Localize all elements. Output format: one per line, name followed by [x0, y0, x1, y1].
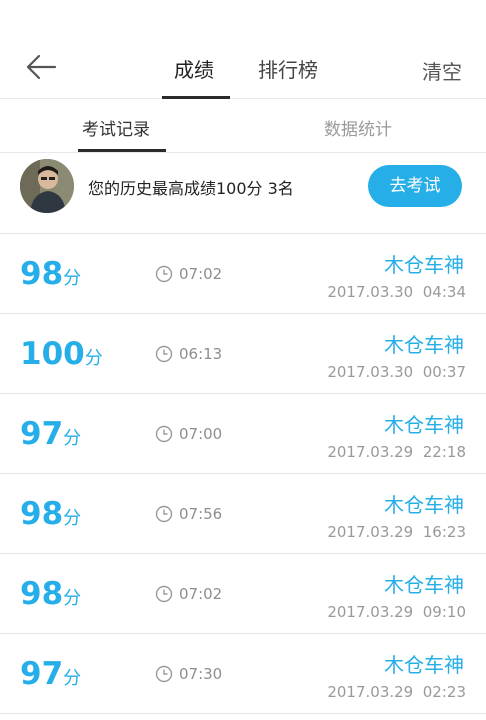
username: 木仓车神	[384, 413, 464, 437]
clock-icon	[155, 585, 173, 603]
clear-button[interactable]: 清空	[422, 56, 462, 85]
sub-tab-bar: 考试记录 数据统计	[0, 99, 486, 153]
tab-exam-records[interactable]: 考试记录	[82, 115, 150, 140]
tab-leaderboard[interactable]: 排行榜	[258, 54, 318, 83]
datetime: 2017.03.30 00:37	[327, 363, 466, 381]
list-item[interactable]: 97分 07:30 木仓车神 2017.03.29 02:23	[0, 634, 486, 714]
score-value: 100分	[20, 336, 103, 372]
duration: 07:02	[179, 585, 223, 603]
score-value: 98分	[20, 576, 82, 612]
score-screen: 成绩 排行榜 清空 考试记录 数据统计 您的历史最高成绩100分 3名 去考试 …	[0, 0, 486, 720]
score-value: 97分	[20, 656, 82, 692]
datetime: 2017.03.29 22:18	[327, 443, 466, 461]
username: 木仓车神	[384, 653, 464, 677]
score-value: 98分	[20, 496, 82, 532]
datetime: 2017.03.30 04:34	[327, 283, 466, 301]
tab-score[interactable]: 成绩	[174, 54, 214, 83]
best-score-text: 您的历史最高成绩100分 3名	[88, 179, 294, 198]
clock-icon	[155, 665, 173, 683]
score-value: 97分	[20, 416, 82, 452]
clock-icon	[155, 265, 173, 283]
avatar-image	[20, 159, 74, 213]
list-item[interactable]: 100分 06:13 木仓车神 2017.03.30 00:37	[0, 314, 486, 394]
username: 木仓车神	[384, 573, 464, 597]
score-value: 98分	[20, 256, 82, 292]
list-item[interactable]: 97分 07:00 木仓车神 2017.03.29 22:18	[0, 394, 486, 474]
datetime: 2017.03.29 09:10	[327, 603, 466, 621]
list-item[interactable]: 98分 07:02 木仓车神 2017.03.29 09:10	[0, 554, 486, 634]
top-nav-bar: 成绩 排行榜 清空	[0, 0, 486, 99]
list-item[interactable]: 98分 07:02 木仓车神 2017.03.30 04:34	[0, 234, 486, 314]
profile-summary: 您的历史最高成绩100分 3名 去考试	[0, 153, 486, 234]
duration: 07:30	[179, 665, 223, 683]
active-subtab-indicator	[78, 149, 166, 152]
list-item[interactable]: 98分 07:56 木仓车神 2017.03.29 16:23	[0, 474, 486, 554]
duration: 07:02	[179, 265, 223, 283]
datetime: 2017.03.29 02:23	[327, 683, 466, 701]
tab-data-stats[interactable]: 数据统计	[324, 115, 392, 140]
username: 木仓车神	[384, 333, 464, 357]
clock-icon	[155, 505, 173, 523]
datetime: 2017.03.29 16:23	[327, 523, 466, 541]
record-list: 98分 07:02 木仓车神 2017.03.30 04:34 100分 06:…	[0, 234, 486, 714]
duration: 06:13	[179, 345, 223, 363]
username: 木仓车神	[384, 253, 464, 277]
username: 木仓车神	[384, 493, 464, 517]
duration: 07:00	[179, 425, 223, 443]
duration: 07:56	[179, 505, 223, 523]
go-exam-button[interactable]: 去考试	[368, 165, 462, 207]
clock-icon	[155, 345, 173, 363]
back-arrow-icon[interactable]	[24, 50, 58, 84]
clock-icon	[155, 425, 173, 443]
avatar[interactable]	[20, 159, 74, 213]
